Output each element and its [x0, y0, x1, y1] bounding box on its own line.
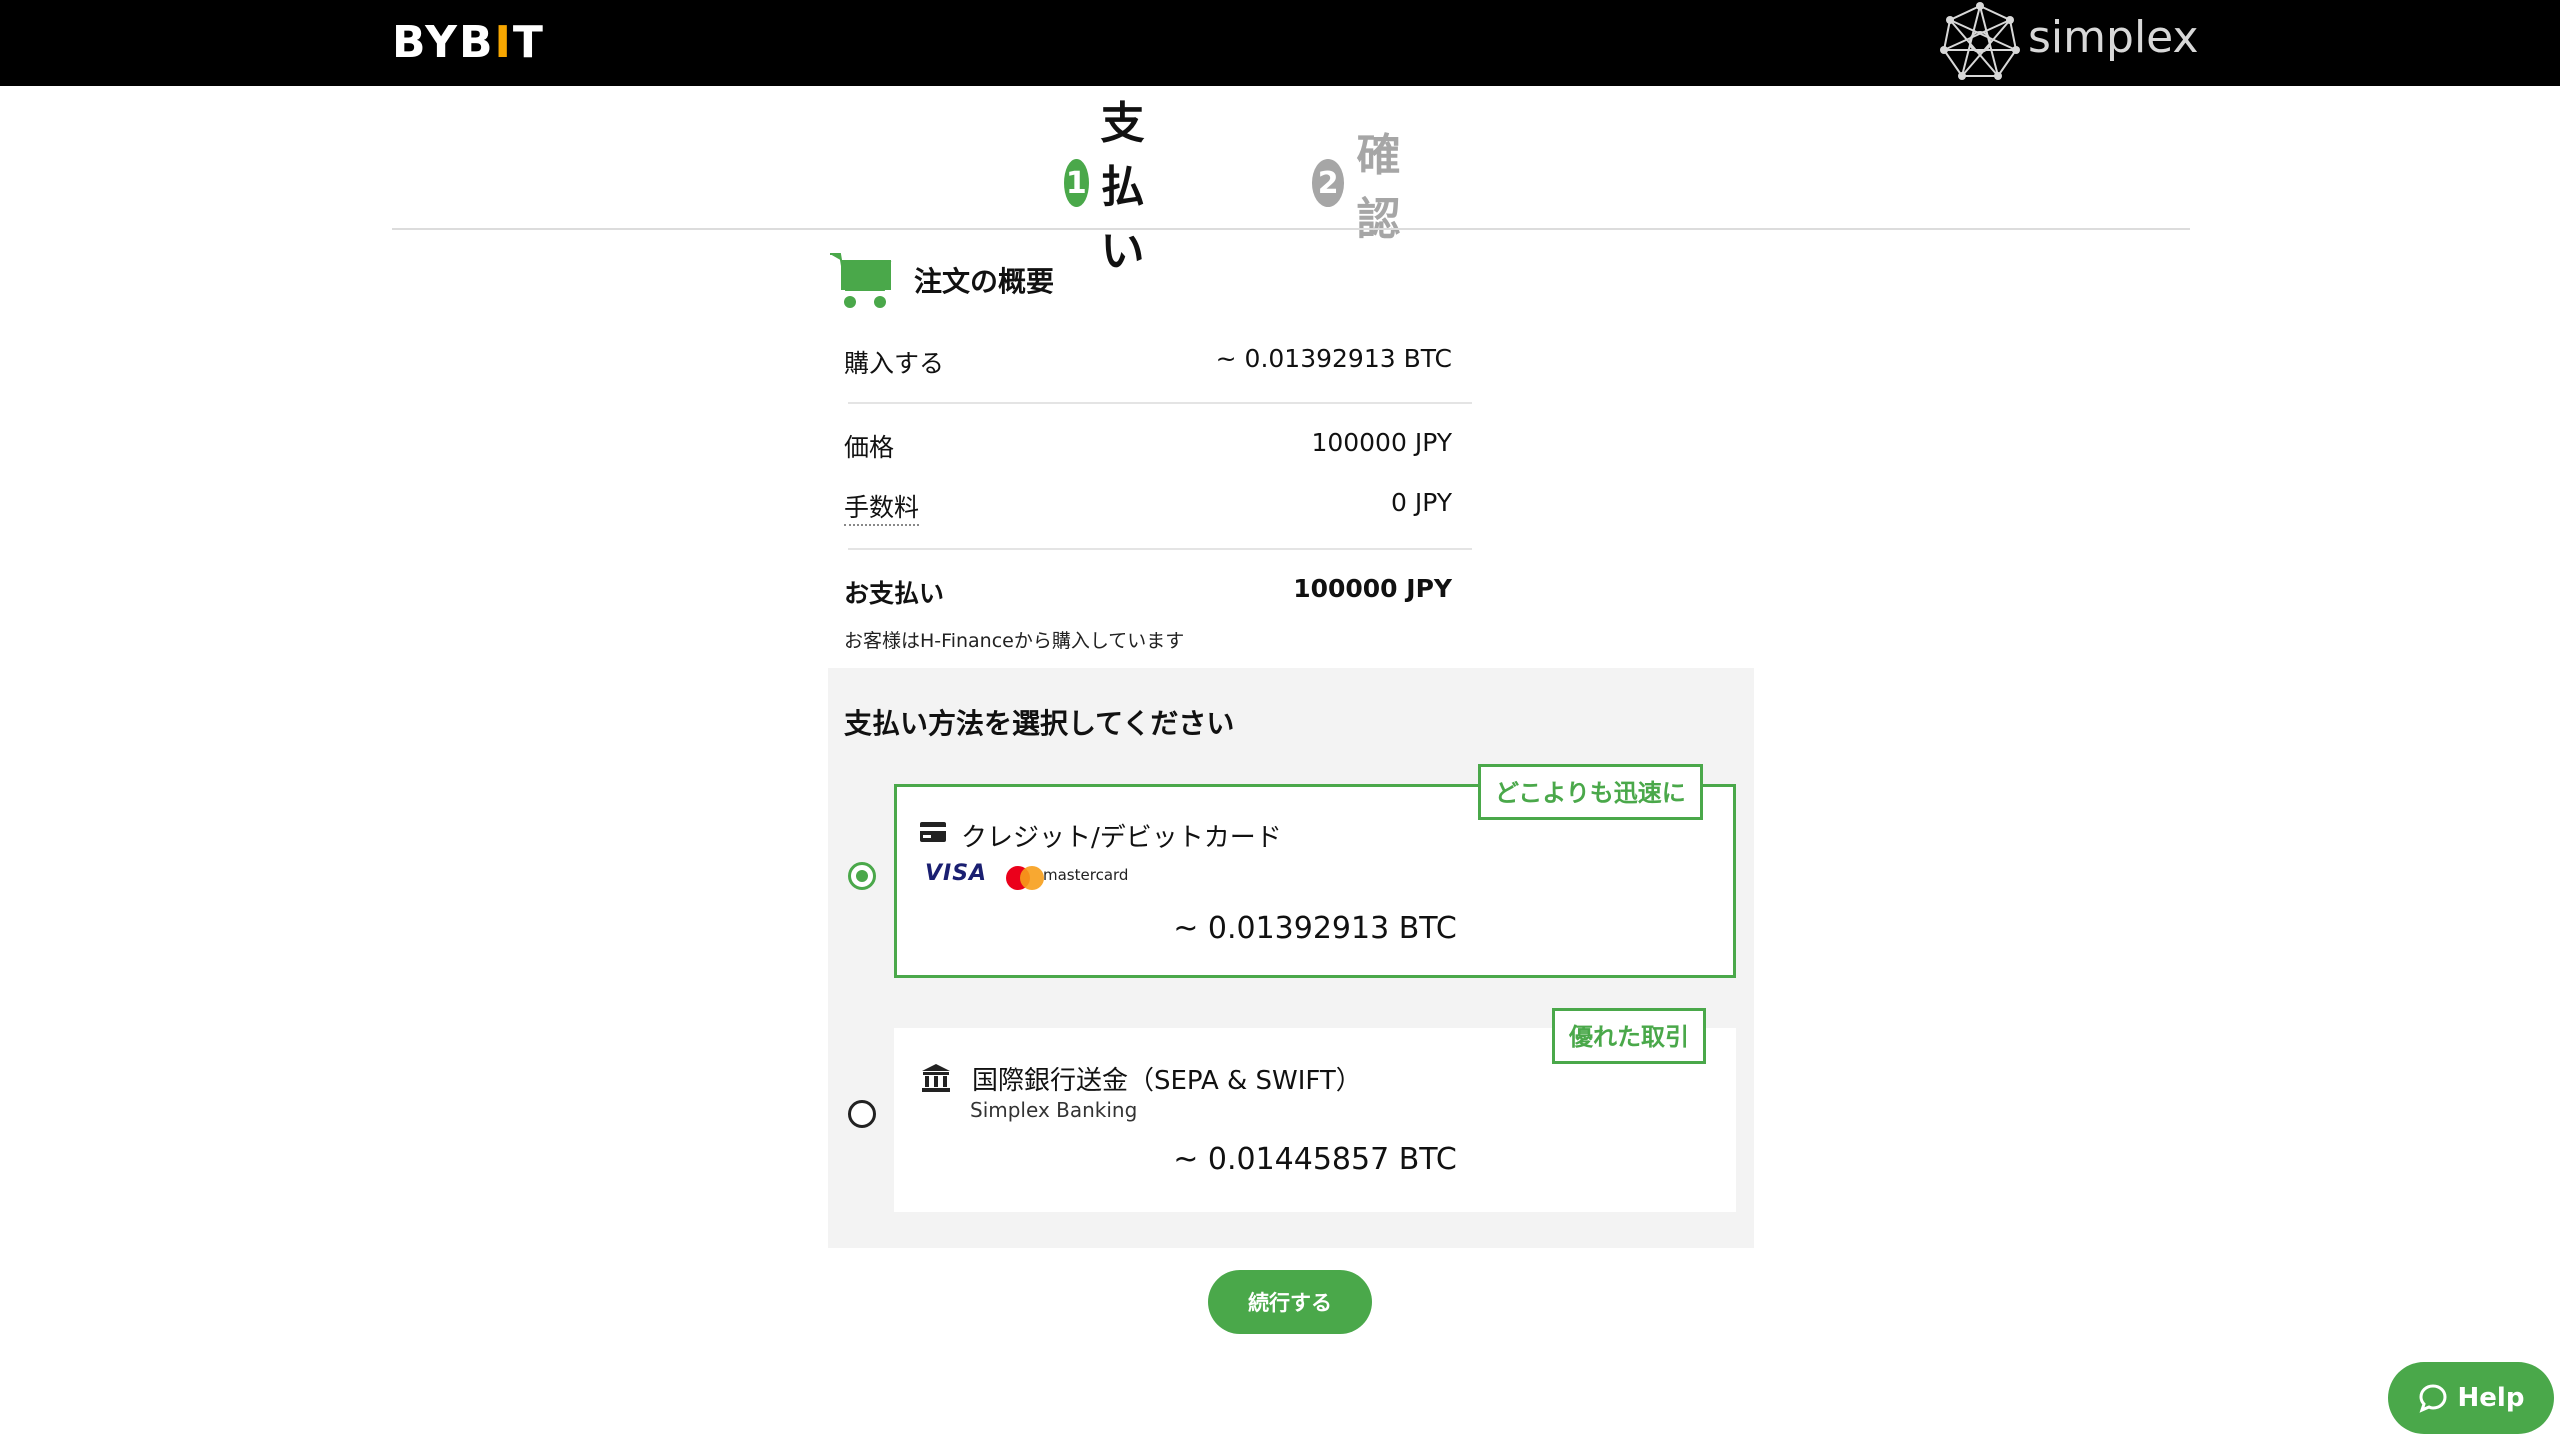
- mastercard-label: mastercard: [1043, 866, 1129, 884]
- fee-value: 0 JPY: [1390, 488, 1452, 517]
- visa-logo: VISA: [925, 861, 988, 886]
- simplex-logo: simplex: [1936, 0, 2199, 86]
- card-radio[interactable]: [848, 862, 876, 890]
- payment-method-title: 支払い方法を選択してください: [844, 707, 1235, 740]
- divider: [848, 402, 1472, 404]
- price-label: 価格: [844, 433, 895, 462]
- divider: [848, 548, 1472, 550]
- fee-label[interactable]: 手数料: [844, 488, 920, 526]
- payment-method-panel: 支払い方法を選択してください クレジット/デビットカード VISA master…: [828, 668, 1754, 1248]
- bybit-logo-bar: I: [494, 17, 513, 68]
- continue-button[interactable]: 続行する: [1208, 1270, 1372, 1334]
- price-value: 100000 JPY: [1311, 428, 1452, 457]
- bank-icon: [922, 1064, 950, 1092]
- bybit-logo[interactable]: BYBIT: [392, 16, 545, 70]
- total-label: お支払い: [844, 579, 945, 608]
- summary-title: 注文の概要: [914, 265, 1055, 298]
- bybit-logo-text-end: T: [512, 17, 545, 68]
- cart-icon: [830, 253, 892, 308]
- bank-option-subtitle: Simplex Banking: [970, 1098, 1138, 1122]
- bank-option-amount: ~ 0.01445857 BTC: [1173, 1142, 1457, 1177]
- help-button[interactable]: Help: [2388, 1362, 2554, 1434]
- bank-radio[interactable]: [848, 1100, 876, 1128]
- total-value: 100000 JPY: [1293, 574, 1452, 603]
- buy-value: ~ 0.01392913 BTC: [1215, 344, 1452, 373]
- chat-bubble-icon: [2419, 1384, 2447, 1413]
- simplex-network-icon: [1940, 2, 2020, 80]
- merchant-note: お客様はH-Financeから購入しています: [844, 630, 1185, 652]
- best-deal-badge: 優れた取引: [1552, 1008, 1706, 1064]
- bybit-logo-text-start: BYB: [392, 17, 495, 68]
- top-bar: BYBIT simplex: [0, 0, 2560, 86]
- step-label: 支払い: [1100, 98, 1145, 277]
- steps-divider: [392, 228, 2190, 230]
- buy-label: 購入する: [844, 349, 945, 378]
- card-option-amount: ~ 0.01392913 BTC: [1173, 911, 1457, 946]
- step-confirm: 2 確認: [1312, 130, 1416, 245]
- step-number: 2: [1312, 159, 1345, 207]
- fastest-badge: どこよりも迅速に: [1478, 764, 1703, 820]
- step-number: 1: [1064, 159, 1089, 207]
- step-payment: 1 支払い: [1064, 98, 1168, 277]
- help-label: Help: [2457, 1383, 2525, 1413]
- card-option-name: クレジット/デビットカード: [961, 823, 1282, 853]
- bank-option-name: 国際銀行送金（SEPA & SWIFT）: [972, 1066, 1362, 1096]
- credit-card-icon: [920, 822, 946, 842]
- simplex-logo-text: simplex: [2028, 12, 2199, 63]
